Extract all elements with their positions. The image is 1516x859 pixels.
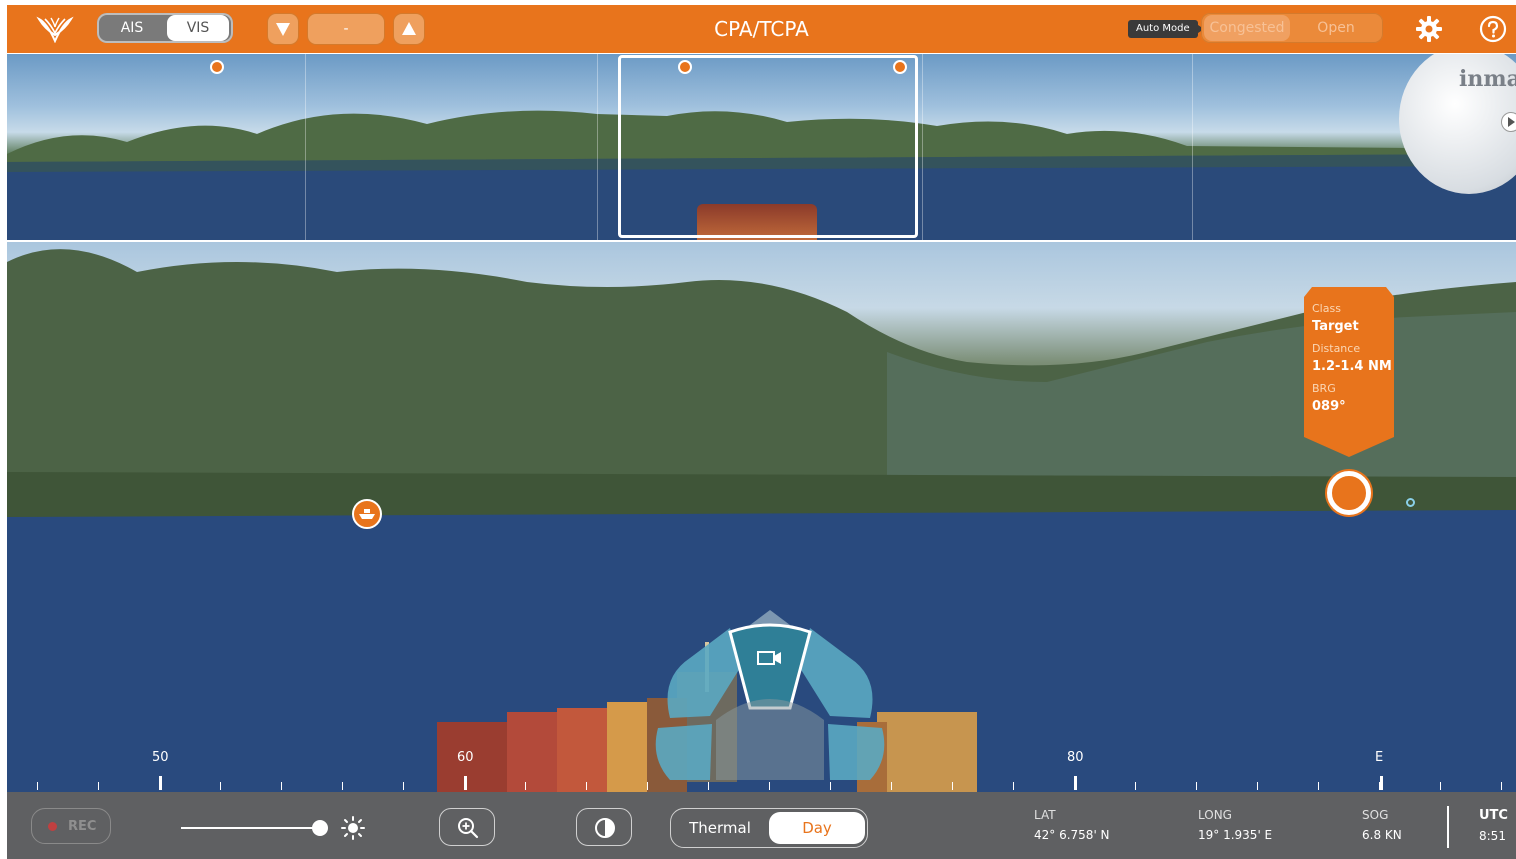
compass-label: 50 [152, 750, 169, 765]
thermal-day-toggle: Thermal Day [670, 808, 868, 848]
long-label: LONG [1198, 808, 1232, 822]
panorama-seam [597, 54, 598, 240]
compass-tick [647, 782, 648, 790]
mode-toggle: Congested Open [1201, 13, 1383, 43]
lat-value: 42° 6.758' N [1034, 828, 1110, 842]
distance-value: 1.2-1.4 NM [1312, 359, 1392, 374]
record-label: REC [68, 819, 97, 834]
dial-segment-right-upper[interactable] [800, 628, 873, 718]
compass-tick [98, 782, 99, 790]
camera-control-dial[interactable] [650, 608, 890, 788]
compass-tick [281, 782, 282, 790]
sun-icon [341, 816, 365, 840]
camera-marker[interactable] [210, 60, 224, 74]
congested-option[interactable]: Congested [1204, 15, 1290, 41]
brightness-slider[interactable] [181, 827, 327, 829]
ais-vessel-marker[interactable] [352, 499, 382, 529]
long-value: 19° 1.935' E [1198, 828, 1273, 842]
latitude-readout: LAT 42° 6.758' N [1034, 808, 1110, 842]
compass-tick [952, 782, 953, 790]
compass-tick-major [1380, 776, 1383, 790]
sog-label: SOG [1362, 808, 1389, 822]
compass-tick [1501, 782, 1502, 790]
compass-label: 80 [1067, 750, 1084, 765]
dial-segment-right-lower[interactable] [828, 724, 885, 780]
panorama-seam [1192, 54, 1193, 240]
open-option[interactable]: Open [1293, 15, 1379, 41]
panorama-strip[interactable]: inma [7, 54, 1516, 240]
utc-label: UTC [1479, 808, 1508, 823]
compass-tick [1135, 782, 1136, 790]
panorama-seam [922, 54, 923, 240]
dial-center [716, 699, 824, 780]
class-value: Target [1312, 319, 1359, 334]
compass-tick [1318, 782, 1319, 790]
bottom-bar: REC Thermal Day LAT 42° 6.758' N LONG 19… [7, 792, 1516, 859]
play-icon[interactable] [1501, 112, 1516, 132]
compass-tick [342, 782, 343, 790]
sog-value: 6.8 KN [1362, 828, 1402, 842]
zoom-button[interactable] [439, 808, 495, 846]
panorama-seam [305, 54, 306, 240]
dial-camera-segment[interactable] [728, 623, 812, 710]
contrast-icon [595, 818, 615, 838]
contrast-button[interactable] [576, 808, 632, 846]
secondary-target-dot[interactable] [1406, 498, 1415, 507]
dial-segment-left-lower[interactable] [655, 724, 712, 780]
camera-marker[interactable] [678, 60, 692, 74]
utc-readout: UTC 8:51 [1479, 808, 1508, 843]
distance-label: Distance [1312, 342, 1361, 355]
selected-view-frame[interactable] [618, 55, 918, 238]
gear-icon[interactable] [1415, 15, 1443, 43]
compass-tick [891, 782, 892, 790]
compass-tick [37, 782, 38, 790]
divider [1447, 806, 1449, 848]
compass-label: 60 [457, 750, 474, 765]
auto-mode-badge: Auto Mode [1128, 20, 1204, 38]
compass-tick-major [159, 776, 162, 790]
longitude-readout: LONG 19° 1.935' E [1198, 808, 1272, 842]
compass-tick [1440, 782, 1441, 790]
compass-tick [1196, 782, 1197, 790]
class-label: Class [1312, 302, 1341, 315]
compass-tick-major [1074, 776, 1077, 790]
compass-tick-major [464, 776, 467, 790]
target-marker[interactable] [1327, 471, 1371, 515]
dial-segment-left-upper[interactable] [667, 628, 741, 718]
compass-tick [220, 782, 221, 790]
compass-tick [1013, 782, 1014, 790]
zoom-in-icon [458, 818, 479, 839]
thermal-option[interactable]: Thermal [675, 809, 765, 847]
ship-icon [359, 509, 375, 519]
utc-value: 8:51 [1479, 829, 1506, 843]
brg-value: 089° [1312, 399, 1346, 414]
lat-label: LAT [1034, 808, 1056, 822]
compass-tick [586, 782, 587, 790]
target-info[interactable]: Class Target Distance 1.2-1.4 NM BRG 089… [1302, 287, 1396, 457]
brg-label: BRG [1312, 382, 1336, 395]
record-button[interactable]: REC [31, 808, 111, 844]
top-bar: AIS VIS - CPA/TCPA Auto Mode Congested O… [7, 5, 1516, 53]
brightness-slider-handle[interactable] [311, 820, 328, 836]
dome-text: inma [1459, 66, 1516, 92]
compass-label: E [1375, 750, 1384, 765]
compass-tick [1257, 782, 1258, 790]
day-option[interactable]: Day [769, 812, 865, 844]
camera-marker[interactable] [893, 60, 907, 74]
record-dot-icon [48, 822, 57, 831]
compass-tick [403, 782, 404, 790]
compass-tick [525, 782, 526, 790]
help-icon[interactable] [1479, 15, 1507, 43]
sog-readout: SOG 6.8 KN [1362, 808, 1402, 842]
